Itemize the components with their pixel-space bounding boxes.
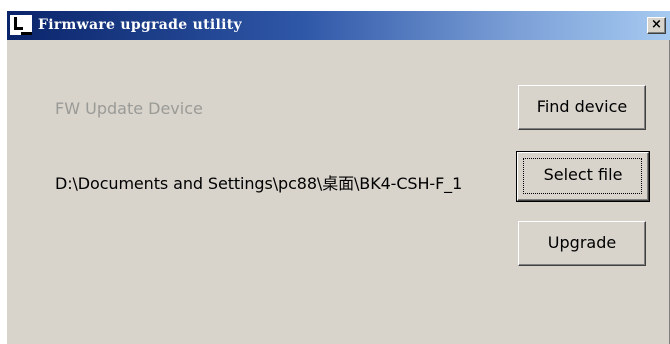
title-bar[interactable]: Firmware upgrade utility × — [7, 11, 670, 40]
select-file-button[interactable]: Select file — [516, 151, 650, 202]
focus-ring — [523, 158, 642, 194]
upgrade-button[interactable]: Upgrade — [518, 221, 646, 266]
app-window-icon[interactable] — [10, 15, 32, 35]
close-icon: × — [651, 17, 662, 32]
find-device-button[interactable]: Find device — [518, 85, 646, 130]
close-button[interactable]: × — [647, 17, 666, 34]
window-title: Firmware upgrade utility — [38, 17, 242, 33]
app-window: Firmware upgrade utility × FW Update Dev… — [6, 10, 670, 344]
upgrade-label: Upgrade — [547, 233, 617, 252]
device-status-label: FW Update Device — [55, 99, 203, 118]
selected-file-path: D:\Documents and Settings\pc88\桌面\BK4-CS… — [55, 174, 463, 193]
find-device-label: Find device — [536, 97, 628, 116]
